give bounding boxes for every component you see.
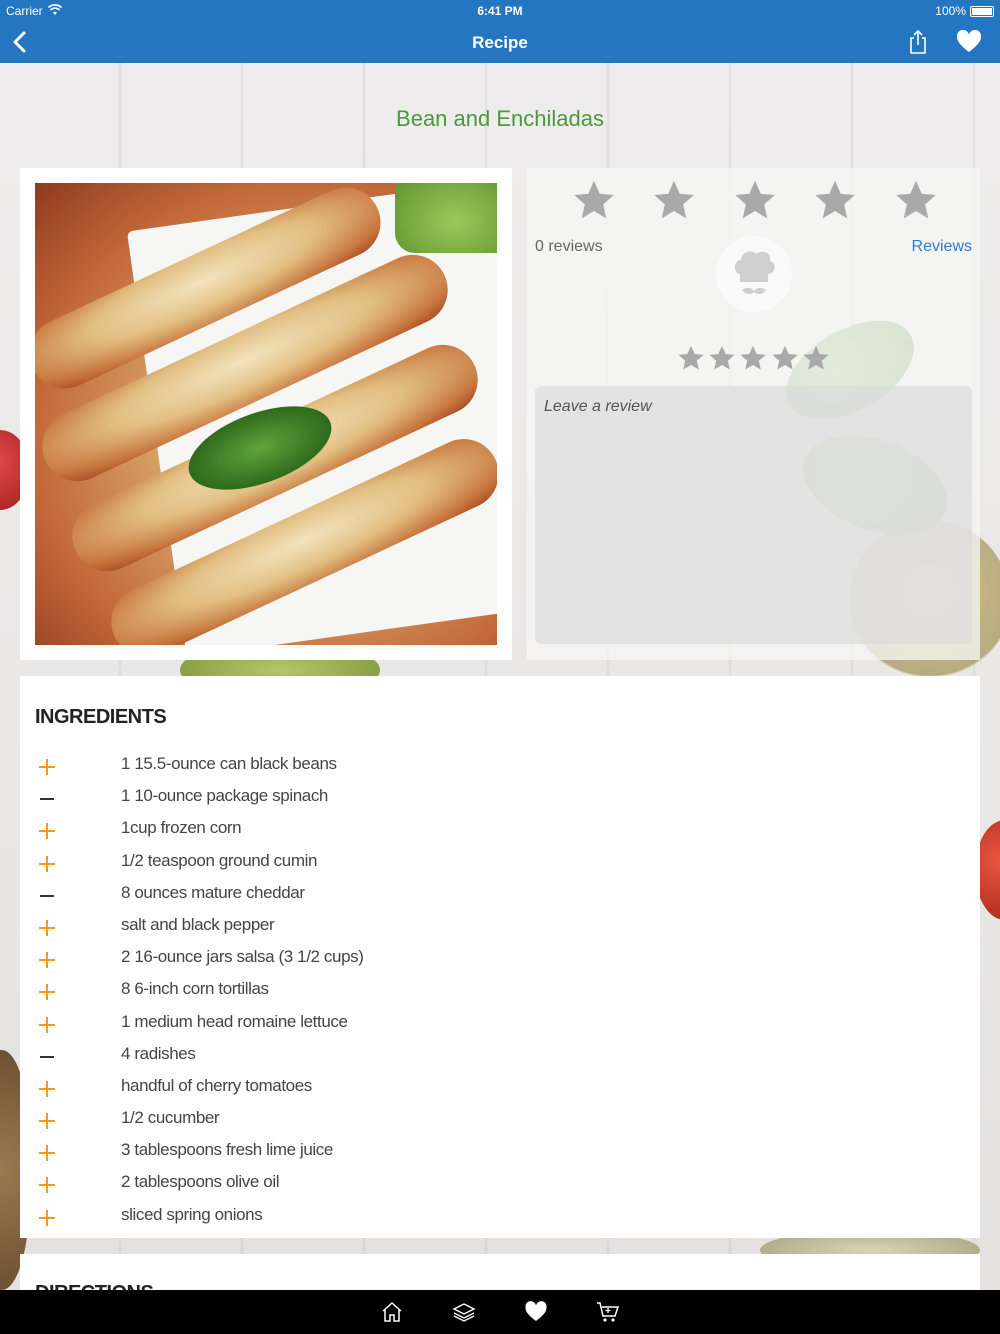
ingredient-text: 1 15.5-ounce can black beans [121, 754, 337, 773]
ingredient-row: sliced spring onions [20, 1205, 980, 1237]
ingredient-row: 1 10-ounce package spinach [20, 786, 980, 818]
ingredient-text: 8 6-inch corn tortillas [121, 979, 269, 999]
ingredient-row: 1/2 cucumber [20, 1108, 980, 1140]
layers-icon[interactable] [452, 1300, 476, 1324]
status-time: 6:41 PM [477, 4, 523, 18]
ingredient-row: 1 15.5-ounce can black beans [20, 754, 980, 786]
avatar [716, 236, 792, 312]
ingredient-text: 1/2 teaspoon ground cumin [121, 850, 318, 870]
cart-icon[interactable] [596, 1300, 620, 1324]
ingredients-list: 1 15.5-ounce can black beans 1 10-ounce p… [20, 754, 980, 1237]
ingredient-text: salt and black pepper [121, 914, 275, 934]
star-icon[interactable] [739, 344, 767, 372]
user-rating-stars[interactable] [677, 344, 837, 374]
add-to-list-plus-icon[interactable] [37, 1143, 57, 1163]
add-to-list-plus-icon[interactable] [37, 918, 57, 938]
ingredient-text: sliced spring onions [121, 1204, 263, 1224]
add-to-list-plus-icon[interactable] [37, 854, 57, 874]
chef-hat-icon [734, 251, 775, 295]
ingredient-row: 3 tablespoons fresh lime juice [20, 1140, 980, 1172]
ingredient-text: 1 10-ounce package spinach [121, 786, 328, 806]
ingredient-row: handful of cherry tomatoes [20, 1076, 980, 1108]
directions-card: DIRECTIONS [20, 1254, 980, 1294]
add-to-list-plus-icon[interactable] [37, 1208, 57, 1228]
remove-from-list-minus-icon[interactable] [37, 886, 57, 906]
reviews-count: 0 reviews [535, 238, 603, 255]
add-to-list-plus-icon[interactable] [37, 1111, 57, 1131]
star-icon[interactable] [802, 344, 830, 372]
ingredient-text: handful of cherry tomatoes [121, 1075, 312, 1095]
battery-icon [970, 6, 994, 17]
remove-from-list-minus-icon[interactable] [37, 1047, 57, 1067]
ingredient-row: 8 ounces mature cheddar [20, 883, 980, 915]
recipe-title: Bean and Enchiladas [396, 106, 604, 131]
star-icon[interactable] [677, 344, 705, 372]
star-icon[interactable] [771, 344, 799, 372]
review-input[interactable]: Leave a review [535, 386, 972, 644]
tab-bar [0, 1290, 1000, 1334]
favorite-heart-icon[interactable] [956, 30, 982, 54]
home-icon[interactable] [380, 1300, 404, 1324]
add-to-list-plus-icon[interactable] [37, 1015, 57, 1035]
review-card: 0 reviews Reviews Leave a review [527, 168, 980, 660]
ingredient-text: 1cup frozen corn [121, 818, 242, 838]
star-icon [896, 180, 936, 219]
add-to-list-plus-icon[interactable] [37, 982, 57, 1002]
star-icon[interactable] [708, 344, 736, 372]
ingredient-row: 1/2 teaspoon ground cumin [20, 851, 980, 883]
battery-percent: 100% [935, 4, 966, 18]
ingredient-row: 1cup frozen corn [20, 818, 980, 850]
ingredient-row: 4 radishes [20, 1044, 980, 1076]
review-placeholder: Leave a review [544, 398, 652, 415]
remove-from-list-minus-icon[interactable] [37, 789, 57, 809]
add-to-list-plus-icon[interactable] [37, 757, 57, 777]
star-icon [654, 180, 694, 219]
nav-bar: Recipe [0, 22, 1000, 63]
ingredient-text: 8 ounces mature cheddar [121, 882, 305, 902]
add-to-list-plus-icon[interactable] [37, 821, 57, 841]
status-bar: Carrier 6:41 PM 100% [0, 0, 1000, 22]
add-to-list-plus-icon[interactable] [37, 950, 57, 970]
ingredient-text: 4 radishes [121, 1043, 196, 1063]
recipe-photo [35, 183, 497, 645]
ingredient-row: 2 16-ounce jars salsa (3 1/2 cups) [20, 947, 980, 979]
star-icon [574, 180, 614, 219]
ingredient-row: 1 medium head romaine lettuce [20, 1012, 980, 1044]
nav-title: Recipe [472, 33, 528, 52]
heart-icon[interactable] [524, 1300, 548, 1324]
ingredient-text: 1/2 cucumber [121, 1108, 220, 1128]
photo-guacamole [395, 183, 497, 253]
ingredient-text: 1 medium head romaine lettuce [121, 1011, 348, 1031]
top-bar: Carrier 6:41 PM 100% Recipe [0, 0, 1000, 63]
share-icon[interactable] [906, 28, 930, 56]
add-to-list-plus-icon[interactable] [37, 1079, 57, 1099]
average-rating-stars [567, 178, 947, 228]
add-to-list-plus-icon[interactable] [37, 1175, 57, 1195]
ingredients-card: INGREDIENTS 1 15.5-ounce can black beans… [20, 676, 980, 1238]
ingredient-text: 3 tablespoons fresh lime juice [121, 1140, 333, 1160]
ingredients-heading: INGREDIENTS [35, 706, 167, 728]
ingredient-row: 2 tablespoons olive oil [20, 1172, 980, 1204]
star-icon [815, 180, 855, 219]
recipe-photo-card [20, 168, 512, 660]
ingredient-row: 8 6-inch corn tortillas [20, 979, 980, 1011]
ingredient-text: 2 tablespoons olive oil [121, 1172, 280, 1192]
ingredient-row: salt and black pepper [20, 915, 980, 947]
reviews-link[interactable]: Reviews [912, 238, 972, 256]
star-icon [735, 180, 775, 219]
ingredient-text: 2 16-ounce jars salsa (3 1/2 cups) [121, 947, 364, 967]
